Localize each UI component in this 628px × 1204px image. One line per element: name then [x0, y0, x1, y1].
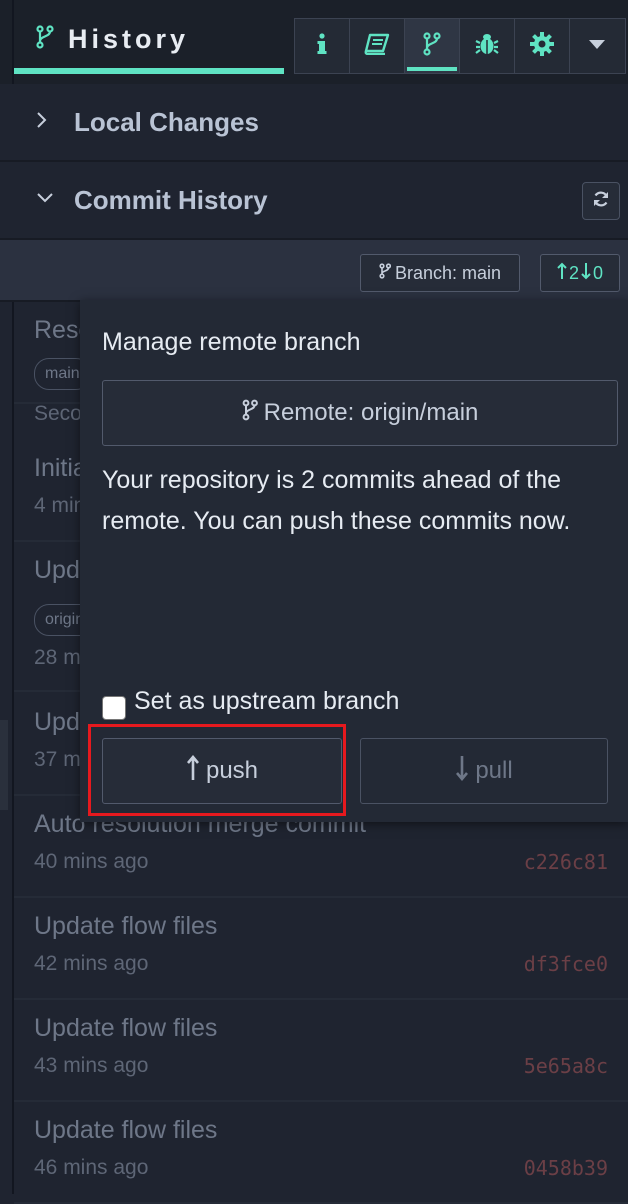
refresh-icon [592, 190, 610, 213]
ahead-count: 2 [568, 262, 579, 283]
refresh-button[interactable] [582, 182, 620, 220]
docs-button[interactable] [350, 19, 405, 73]
commit-row[interactable]: Update flow files 46 mins ago 0458b39 [14, 1102, 628, 1204]
commit-time: 46 mins ago [34, 1156, 149, 1179]
info-icon [315, 32, 329, 61]
history-title: History [68, 24, 190, 54]
commit-time: 43 mins ago [34, 1054, 149, 1077]
bug-icon [474, 31, 500, 62]
commit-history-label: Commit History [74, 184, 268, 215]
chevron-down-icon [36, 191, 53, 209]
commit-sha: 5e65a8c [523, 1054, 608, 1078]
branch-icon [36, 25, 54, 54]
remote-selector-button[interactable]: Remote: origin/main [102, 380, 618, 446]
more-button[interactable] [570, 19, 623, 73]
commit-row[interactable]: Update flow files 42 mins ago df3fce0 [14, 898, 628, 1000]
commit-sha: 0458b39 [523, 1156, 608, 1180]
behind-count: 0 [593, 262, 604, 283]
commit-message: Update flow files [34, 912, 218, 940]
branch-bar: Branch: main 2 0 [0, 240, 628, 302]
remote-label: Remote: origin/main [263, 399, 479, 426]
arrow-down-icon [581, 262, 591, 285]
branch-icon [423, 31, 441, 61]
commit-time: 42 mins ago [34, 952, 149, 975]
upstream-checkbox[interactable] [102, 696, 126, 720]
gear-icon [529, 31, 555, 62]
branch-icon [379, 262, 392, 284]
caret-down-icon [588, 37, 605, 55]
commit-message: Update flow files [34, 1116, 218, 1144]
settings-button[interactable] [515, 19, 570, 73]
arrow-up-icon [557, 262, 567, 285]
branch-button[interactable] [405, 19, 460, 73]
chevron-right-icon [36, 111, 50, 134]
commit-sha: df3fce0 [523, 952, 608, 976]
branch-selector-button[interactable]: Branch: main [360, 254, 520, 292]
commit-history-header[interactable]: Commit History [0, 162, 628, 240]
arrow-down-icon [455, 755, 469, 788]
pull-button[interactable]: pull [360, 738, 608, 804]
history-tab[interactable]: History [36, 24, 189, 55]
sidebar-toolbar [294, 18, 626, 74]
commit-message: Update flow files [34, 1014, 218, 1042]
commit-time: 40 mins ago [34, 850, 149, 873]
info-button[interactable] [295, 19, 350, 73]
scrollbar[interactable] [0, 720, 8, 810]
local-changes-header[interactable]: Local Changes [0, 84, 628, 162]
branch-label: Branch: main [394, 262, 502, 283]
push-button[interactable]: push [102, 738, 342, 804]
push-label: push [205, 757, 259, 784]
arrow-up-icon [186, 754, 200, 788]
remote-status-button[interactable]: 2 0 [540, 254, 620, 292]
local-changes-label: Local Changes [74, 106, 259, 137]
commit-row[interactable]: Update flow files 43 mins ago 5e65a8c [14, 1000, 628, 1102]
popover-title: Manage remote branch [102, 328, 361, 356]
pull-label: pull [475, 757, 513, 784]
debug-button[interactable] [460, 19, 515, 73]
upstream-option[interactable]: Set as upstream branch [102, 682, 399, 720]
book-icon [363, 33, 391, 60]
ahead-message: Your repository is 2 commits ahead of th… [102, 466, 571, 535]
upstream-label: Set as upstream branch [134, 686, 400, 715]
commit-sha: c226c81 [523, 850, 608, 874]
branch-icon [242, 399, 258, 428]
manage-remote-popover: Manage remote branch Remote: origin/main… [80, 300, 628, 822]
history-tab-indicator [14, 68, 284, 74]
